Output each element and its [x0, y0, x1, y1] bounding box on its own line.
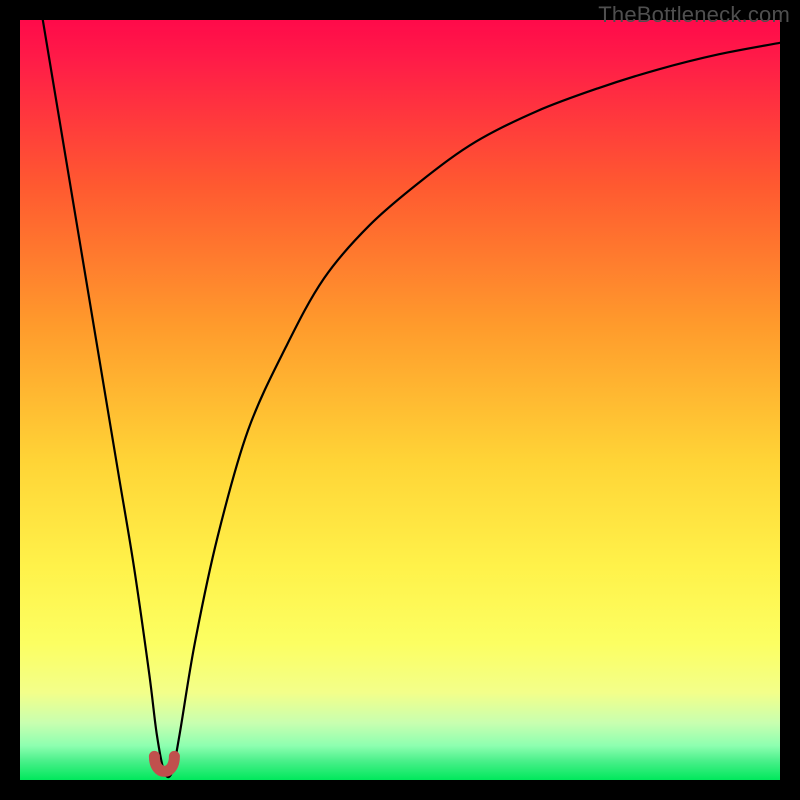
chart-frame: TheBottleneck.com	[0, 0, 800, 800]
plot-area	[20, 20, 780, 780]
chart-svg	[20, 20, 780, 780]
watermark-text: TheBottleneck.com	[598, 2, 790, 28]
gradient-background	[20, 20, 780, 780]
